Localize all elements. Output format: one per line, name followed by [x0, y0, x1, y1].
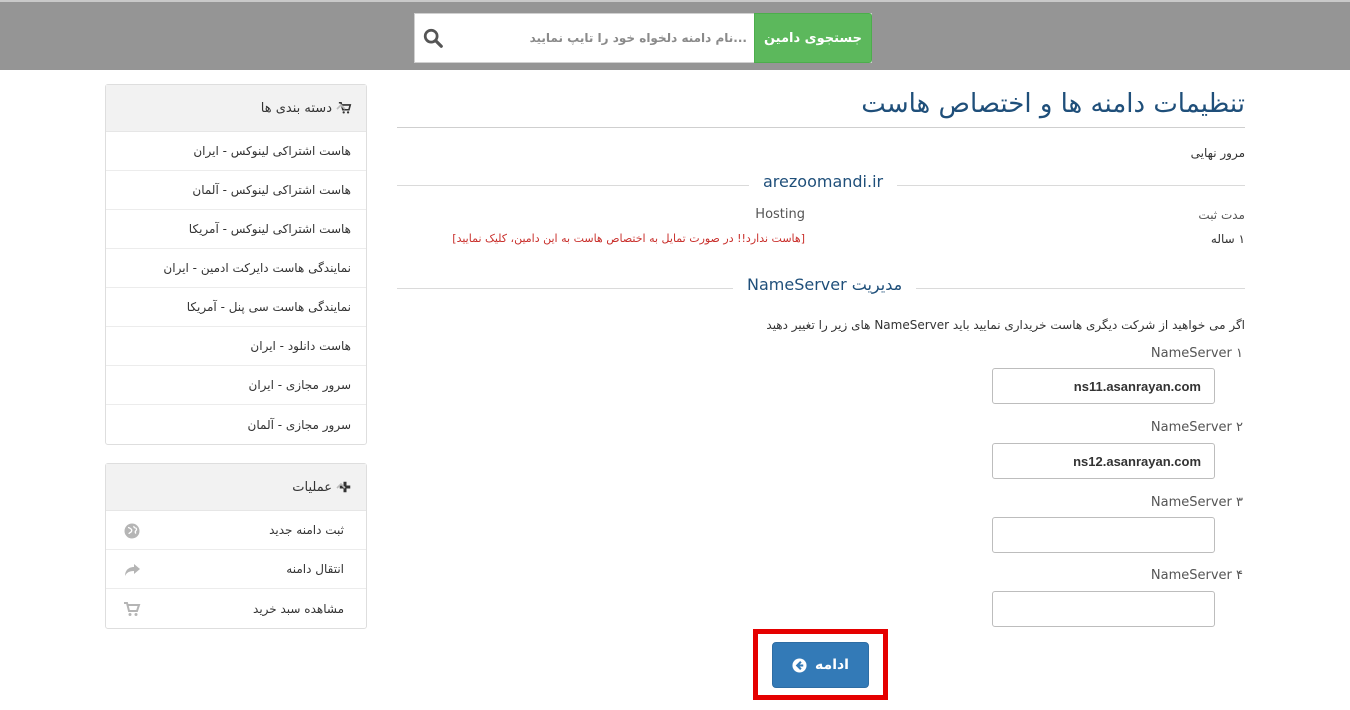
operations-title: عملیات [292, 479, 332, 495]
globe-icon [124, 523, 140, 539]
categories-title: دسته بندی ها [260, 100, 332, 116]
nameserver-2-input[interactable] [992, 443, 1215, 479]
nameserver-4-label: NameServer ۴ [1150, 568, 1243, 583]
domain-search-button[interactable]: جستجوی دامین [754, 13, 872, 63]
nameserver-section-title: مدیریت NameServer [733, 275, 917, 294]
page-title: تنظیمات دامنه ها و اختصاص هاست [861, 89, 1245, 119]
category-item[interactable]: نمایندگی هاست دایرکت ادمین - ایران [106, 249, 366, 288]
transfer-domain-link[interactable]: انتقال دامنه [106, 550, 366, 589]
operations-panel: عملیات ثبت دامنه جدید انتقال دامنه مشاهد… [105, 463, 367, 629]
chevron-up-icon[interactable] [335, 480, 347, 492]
nameserver-2-label: NameServer ۲ [1150, 420, 1243, 435]
categories-panel: دسته بندی ها هاست اشتراکی لینوکس - ایران… [105, 84, 367, 445]
transfer-domain-label: انتقال دامنه [286, 562, 344, 576]
search-icon[interactable] [422, 27, 444, 49]
category-item[interactable]: نمایندگی هاست سی پنل - آمریکا [106, 288, 366, 327]
cart-icon [124, 602, 141, 616]
hosting-label: Hosting [755, 207, 805, 222]
top-bar: جستجوی دامین [0, 0, 1350, 70]
nameserver-1-input[interactable] [992, 368, 1215, 404]
domain-search-box: جستجوی دامین [414, 13, 872, 63]
view-cart-label: مشاهده سبد خرید [253, 601, 344, 616]
nameserver-note: اگر می خواهید از شرکت دیگری هاست خریداری… [766, 318, 1245, 332]
domain-name: arezoomandi.ir [749, 172, 898, 191]
domain-search-input[interactable] [451, 14, 753, 62]
nameserver-4-input[interactable] [992, 591, 1215, 627]
title-divider [397, 127, 1245, 128]
category-item[interactable]: هاست اشتراکی لینوکس - ایران [106, 132, 366, 171]
domain-divider: arezoomandi.ir [397, 172, 1245, 196]
register-domain-link[interactable]: ثبت دامنه جدید [106, 511, 366, 550]
period-label: مدت ثبت [1198, 208, 1245, 222]
nameserver-3-input[interactable] [992, 517, 1215, 553]
continue-button[interactable]: ادامه [772, 642, 869, 688]
share-arrow-icon [125, 564, 140, 576]
arrow-circle-left-icon [792, 657, 807, 673]
review-label: مرور نهایی [1190, 146, 1245, 160]
category-item[interactable]: هاست اشتراکی لینوکس - آمریکا [106, 210, 366, 249]
hosting-assign-link[interactable]: [هاست ندارد!! در صورت تمایل به اختصاص ها… [452, 232, 805, 245]
category-item[interactable]: سرور مجازی - آلمان [106, 405, 366, 444]
category-item[interactable]: هاست دانلود - ایران [106, 327, 366, 366]
nameserver-3-label: NameServer ۳ [1150, 495, 1243, 510]
chevron-up-icon[interactable] [335, 101, 347, 113]
nameserver-divider: مدیریت NameServer [397, 275, 1245, 299]
nameserver-1-label: NameServer ۱ [1150, 346, 1243, 361]
operations-panel-header[interactable]: عملیات [106, 464, 366, 511]
continue-label: ادامه [815, 657, 849, 673]
category-item[interactable]: سرور مجازی - ایران [106, 366, 366, 405]
domain-info: مدت ثبت ۱ ساله Hosting [هاست ندارد!! در … [397, 196, 1245, 256]
categories-panel-header[interactable]: دسته بندی ها [106, 85, 366, 132]
view-cart-link[interactable]: مشاهده سبد خرید [106, 589, 366, 628]
period-value: ۱ ساله [1210, 232, 1245, 246]
register-domain-label: ثبت دامنه جدید [269, 523, 344, 537]
category-item[interactable]: هاست اشتراکی لینوکس - آلمان [106, 171, 366, 210]
main-content: تنظیمات دامنه ها و اختصاص هاست مرور نهای… [397, 84, 1245, 299]
